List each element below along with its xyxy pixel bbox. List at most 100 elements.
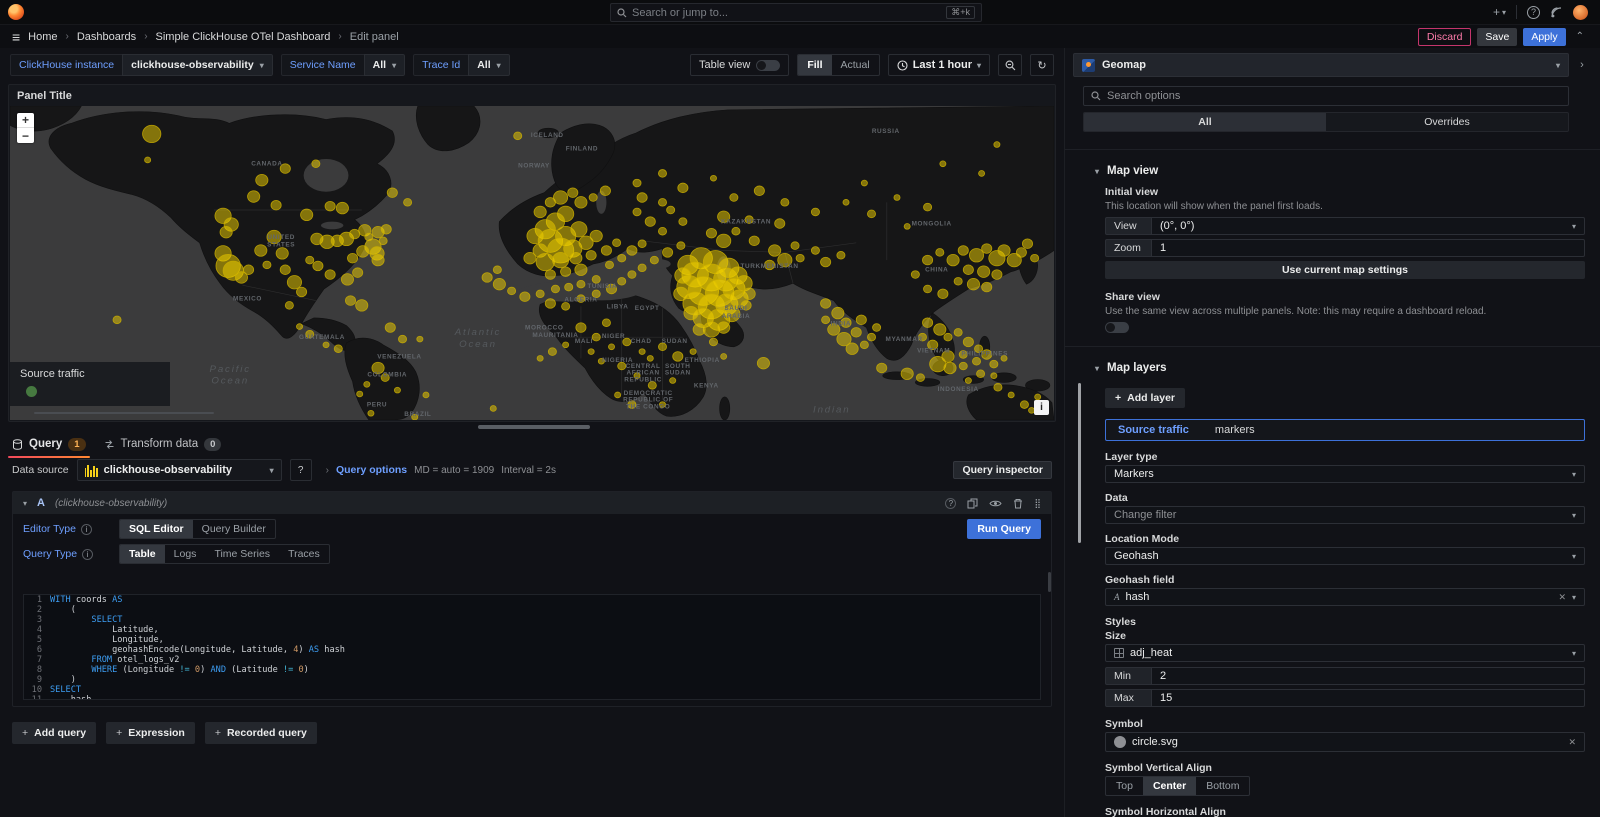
svg-text:TUNISIA: TUNISIA bbox=[587, 283, 617, 290]
refresh-button[interactable]: ↻ bbox=[1030, 54, 1054, 76]
info-icon[interactable]: i bbox=[82, 549, 93, 560]
zoom-out-time-button[interactable] bbox=[998, 54, 1022, 76]
drag-query-icon[interactable]: ⣿ bbox=[1034, 498, 1041, 509]
pane-resize-handle[interactable] bbox=[478, 425, 590, 429]
svg-text:ALGERIA: ALGERIA bbox=[564, 297, 597, 304]
search-placeholder: Search or jump to... bbox=[632, 7, 728, 19]
datasource-help-button[interactable]: ? bbox=[290, 459, 312, 481]
refresh-icon: ↻ bbox=[1037, 59, 1046, 72]
time-range-picker[interactable]: Last 1 hour ▾ bbox=[888, 54, 990, 76]
world-map[interactable]: RUSSIACANADAICELANDNORWAYFINLANDUNITEDST… bbox=[10, 106, 1054, 420]
query-help-icon[interactable]: ? bbox=[945, 498, 956, 509]
variable-value-dropdown[interactable]: clickhouse-observability▾ bbox=[122, 54, 273, 76]
query-type-traces[interactable]: Traces bbox=[279, 545, 329, 563]
table-view-toggle[interactable]: Table view bbox=[690, 54, 789, 76]
variable-value-dropdown[interactable]: All▾ bbox=[468, 54, 509, 76]
layer-item-source-traffic[interactable]: Source traffic markers bbox=[1105, 419, 1585, 441]
divider bbox=[1065, 346, 1600, 347]
location-mode-select[interactable]: Geohash▾ bbox=[1105, 547, 1585, 565]
map-zoom-out-button[interactable]: − bbox=[17, 128, 34, 143]
fill-option[interactable]: Fill bbox=[798, 55, 831, 75]
recorded-query-button[interactable]: +Recorded query bbox=[205, 722, 317, 744]
symbol-horizontal-align-label: Symbol Horizontal Align bbox=[1105, 806, 1585, 817]
section-map-layers[interactable]: ▾ Map layers bbox=[1065, 354, 1600, 380]
add-menu-button[interactable]: +▾ bbox=[1493, 5, 1506, 19]
save-button[interactable]: Save bbox=[1477, 28, 1517, 46]
size-field-select[interactable]: adj_heat ▾ bbox=[1105, 644, 1585, 662]
data-select[interactable]: Change filter▾ bbox=[1105, 506, 1585, 524]
add-layer-button[interactable]: +Add layer bbox=[1105, 388, 1185, 408]
expand-options-button[interactable]: › bbox=[1572, 53, 1592, 77]
vertical-align-bottom[interactable]: Bottom bbox=[1196, 777, 1249, 795]
actual-option[interactable]: Actual bbox=[832, 55, 879, 75]
toggle-switch[interactable] bbox=[756, 60, 780, 71]
layer-type-select[interactable]: Markers▾ bbox=[1105, 465, 1585, 483]
clear-icon[interactable]: ✕ bbox=[1558, 592, 1566, 603]
datasource-picker[interactable]: clickhouse-observability ▾ bbox=[77, 459, 282, 481]
collapse-options-icon[interactable]: ⌃ bbox=[1572, 31, 1588, 42]
min-input[interactable]: 2 bbox=[1151, 667, 1585, 685]
news-icon[interactable] bbox=[1550, 6, 1563, 19]
tab-transform-data[interactable]: Transform data 0 bbox=[104, 432, 222, 456]
use-current-map-settings-button[interactable]: Use current map settings bbox=[1105, 261, 1585, 279]
tab-all[interactable]: All bbox=[1084, 113, 1326, 131]
datasource-label: Data source bbox=[12, 464, 69, 476]
zoom-input[interactable]: 1 bbox=[1151, 239, 1585, 257]
view-select[interactable]: (0°, 0°)▾ bbox=[1151, 217, 1585, 235]
run-query-button[interactable]: Run Query bbox=[967, 519, 1041, 539]
collapse-query-icon[interactable]: ▾ bbox=[23, 499, 27, 508]
breadcrumb-dashboard-name[interactable]: Simple ClickHouse OTel Dashboard bbox=[156, 31, 331, 43]
info-icon[interactable]: i bbox=[81, 524, 92, 535]
database-icon bbox=[12, 439, 23, 450]
options-search-input[interactable]: Search options bbox=[1083, 86, 1569, 106]
geohash-field-select[interactable]: A hash ✕ ▾ bbox=[1105, 588, 1585, 606]
apply-button[interactable]: Apply bbox=[1523, 28, 1565, 46]
sql-code-editor[interactable]: 1WITH coords AS2 (3 SELECT4 Latitude,5 L… bbox=[23, 594, 1041, 700]
symbol-select[interactable]: circle.svg ✕ bbox=[1105, 732, 1585, 752]
delete-query-icon[interactable] bbox=[1013, 498, 1023, 509]
breadcrumb-bar: ≡ Home › Dashboards › Simple ClickHouse … bbox=[0, 25, 1600, 48]
expression-button[interactable]: +Expression bbox=[106, 722, 195, 744]
query-builder-option[interactable]: Query Builder bbox=[193, 520, 275, 538]
vertical-align-center[interactable]: Center bbox=[1143, 777, 1196, 795]
grafana-logo[interactable] bbox=[8, 4, 24, 20]
variable-value-dropdown[interactable]: All▾ bbox=[364, 54, 405, 76]
map-zoom-in-button[interactable]: + bbox=[17, 113, 34, 128]
query-inspector-button[interactable]: Query inspector bbox=[953, 461, 1052, 479]
vertical-align-top[interactable]: Top bbox=[1106, 777, 1143, 795]
query-options-toggle[interactable]: Query options bbox=[336, 464, 407, 476]
map-attribution-button[interactable]: i bbox=[1034, 400, 1049, 415]
sql-editor-option[interactable]: SQL Editor bbox=[120, 520, 193, 538]
duplicate-query-icon[interactable] bbox=[967, 498, 978, 509]
hide-query-icon[interactable] bbox=[989, 499, 1002, 508]
share-view-toggle[interactable] bbox=[1105, 322, 1129, 333]
tab-query[interactable]: Query 1 bbox=[12, 432, 86, 456]
menu-icon[interactable]: ≡ bbox=[12, 29, 20, 45]
layer-kind: markers bbox=[1215, 424, 1255, 436]
divider bbox=[1065, 149, 1600, 150]
clear-icon[interactable]: ✕ bbox=[1568, 737, 1576, 748]
add-query-button[interactable]: +Add query bbox=[12, 722, 96, 744]
query-type-row: Query Typei Table Logs Time Series Trace… bbox=[13, 539, 1051, 564]
query-row-header[interactable]: ▾ A (clickhouse-observability) ? ⣿ bbox=[13, 492, 1051, 514]
help-icon[interactable]: ? bbox=[1527, 6, 1540, 19]
search-input[interactable]: Search or jump to... ⌘+k bbox=[610, 3, 982, 22]
tab-overrides[interactable]: Overrides bbox=[1326, 113, 1568, 131]
code-scrollbar[interactable] bbox=[1048, 572, 1051, 592]
section-map-view[interactable]: ▾ Map view bbox=[1065, 157, 1600, 183]
svg-text:MONGOLIA: MONGOLIA bbox=[912, 221, 952, 228]
query-type-table[interactable]: Table bbox=[120, 545, 165, 563]
panel-header[interactable]: Panel Title bbox=[9, 85, 1055, 106]
query-type-timeseries[interactable]: Time Series bbox=[205, 545, 279, 563]
discard-button[interactable]: Discard bbox=[1418, 28, 1472, 46]
map-zoom-control[interactable]: + − bbox=[17, 113, 34, 143]
visualization-picker[interactable]: Geomap ▾ bbox=[1073, 53, 1569, 77]
data-label: Data bbox=[1105, 492, 1585, 504]
max-input[interactable]: 15 bbox=[1151, 689, 1585, 707]
breadcrumb-dashboards[interactable]: Dashboards bbox=[77, 31, 136, 43]
breadcrumb-home[interactable]: Home bbox=[28, 31, 57, 43]
query-type-logs[interactable]: Logs bbox=[165, 545, 206, 563]
query-ref-id: A bbox=[37, 497, 45, 509]
user-avatar[interactable] bbox=[1573, 5, 1588, 20]
svg-text:Ocean: Ocean bbox=[459, 338, 497, 349]
